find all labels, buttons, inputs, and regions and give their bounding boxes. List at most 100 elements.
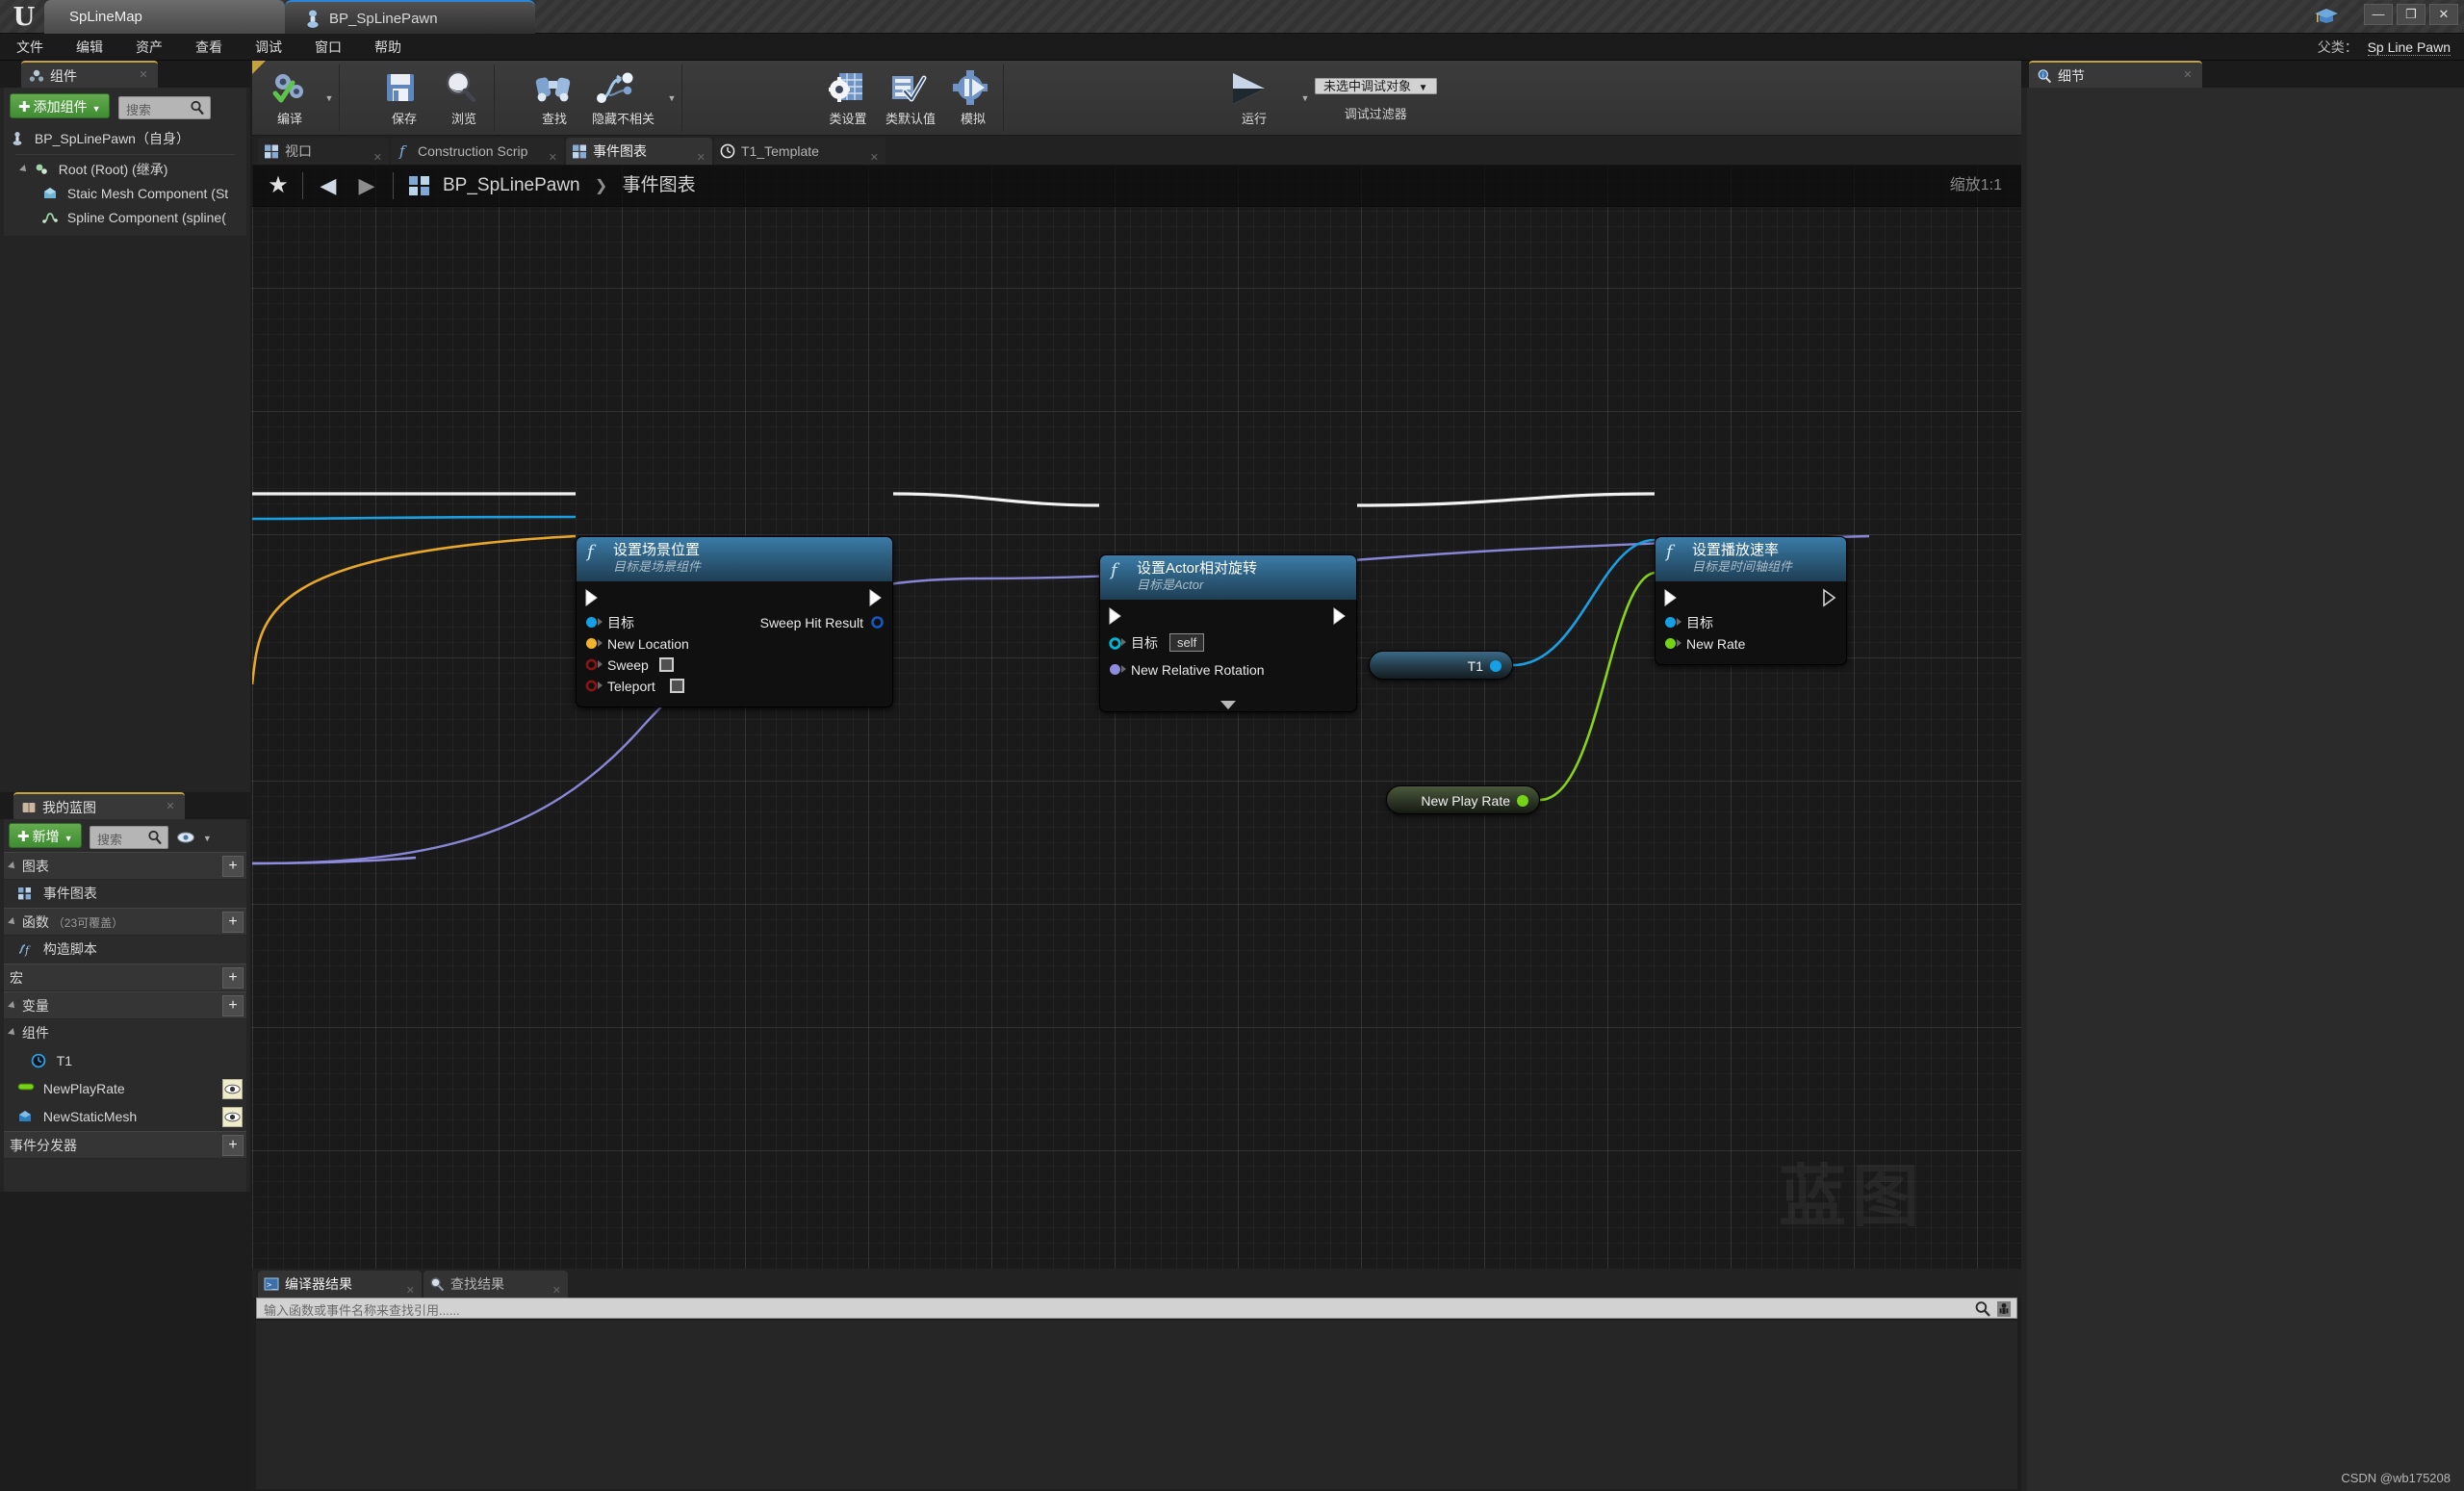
class-settings-button[interactable]: 类设置 xyxy=(818,64,878,132)
browse-button[interactable]: 浏览 xyxy=(434,64,494,132)
compile-button[interactable]: 编译 xyxy=(260,64,320,132)
close-icon[interactable]: ✕ xyxy=(870,144,879,165)
chevron-down-icon[interactable] xyxy=(8,1028,17,1038)
list-item-construction-script[interactable]: f 构造脚本 xyxy=(4,936,246,964)
target-self-value[interactable]: self xyxy=(1169,633,1205,652)
hide-unrelated-button[interactable]: 隐藏不相关 xyxy=(584,64,662,132)
bookmark-star-icon[interactable]: ★ xyxy=(262,170,295,201)
close-icon[interactable]: ✕ xyxy=(164,800,177,813)
teleport-checkbox[interactable] xyxy=(670,679,684,693)
maximize-button[interactable]: ❐ xyxy=(2397,4,2426,25)
simulate-button[interactable]: 模拟 xyxy=(943,64,1003,132)
breadcrumb-root[interactable]: BP_SpLinePawn xyxy=(443,175,580,195)
menu-edit[interactable]: 编辑 xyxy=(60,34,119,61)
exec-out-pin[interactable] xyxy=(1332,607,1348,625)
menu-debug[interactable]: 调试 xyxy=(239,34,298,61)
node-new-play-rate-variable[interactable]: New Play Rate xyxy=(1386,785,1540,814)
node-set-world-location[interactable]: f 设置场景位置 目标是场景组件 目标 Sweep Hit Result New… xyxy=(576,536,893,707)
menu-help[interactable]: 帮助 xyxy=(358,34,418,61)
subsection-components[interactable]: 组件 xyxy=(4,1019,246,1047)
sweep-hit-result-pin[interactable] xyxy=(871,616,884,629)
section-event-dispatchers[interactable]: 事件分发器 + xyxy=(4,1131,246,1159)
close-button[interactable]: ✕ xyxy=(2429,4,2458,25)
compile-options-caret-icon[interactable]: ▼ xyxy=(320,93,339,103)
chevron-down-icon[interactable] xyxy=(8,1001,17,1011)
close-icon[interactable]: ✕ xyxy=(2181,68,2194,82)
section-macros[interactable]: 宏 + xyxy=(4,964,246,991)
add-graph-button[interactable]: + xyxy=(222,856,244,877)
visibility-eye-icon[interactable] xyxy=(222,1079,243,1099)
tab-t1-template[interactable]: T1_Template ✕ xyxy=(714,138,886,165)
tab-event-graph[interactable]: 事件图表 ✕ xyxy=(566,138,712,165)
target-pin[interactable] xyxy=(586,617,597,628)
chevron-down-icon[interactable]: ▼ xyxy=(203,834,212,843)
new-location-pin[interactable] xyxy=(586,638,597,649)
exec-in-pin[interactable] xyxy=(1108,607,1124,625)
component-tree-row-self[interactable]: BP_SpLinePawn（自身） xyxy=(10,127,241,151)
chevron-down-icon[interactable] xyxy=(8,861,17,871)
find-references-input[interactable]: 输入函数或事件名称来查找引用...... xyxy=(256,1298,2017,1319)
event-graph-canvas[interactable]: ★ ◀ ▶ BP_SpLinePawn ❯ 事件图表 缩放1:1 f 设置场景位… xyxy=(252,165,2021,1269)
window-tab-bp-splinepawn[interactable]: BP_SpLinePawn xyxy=(285,0,535,34)
expand-node-icon[interactable] xyxy=(1220,701,1236,709)
new-rate-pin[interactable] xyxy=(1665,638,1676,649)
find-in-blueprints-icon[interactable] xyxy=(1995,1300,2013,1318)
menu-view[interactable]: 查看 xyxy=(179,34,239,61)
add-variable-button[interactable]: + xyxy=(222,995,244,1016)
node-t1-variable[interactable]: T1 xyxy=(1369,651,1513,680)
menu-asset[interactable]: 资产 xyxy=(119,34,179,61)
add-macro-button[interactable]: + xyxy=(222,967,244,989)
close-icon[interactable]: ✕ xyxy=(549,144,557,165)
tab-components[interactable]: 组件 ✕ xyxy=(21,61,158,88)
sweep-checkbox[interactable] xyxy=(659,657,674,672)
add-function-button[interactable]: + xyxy=(222,912,244,933)
component-tree-row-root[interactable]: Root (Root) (继承) xyxy=(10,158,241,182)
visibility-eye-icon[interactable] xyxy=(176,831,195,844)
sweep-pin[interactable] xyxy=(585,658,598,671)
close-icon[interactable]: ✕ xyxy=(137,68,150,82)
exec-out-pin[interactable] xyxy=(868,589,885,606)
section-graphs[interactable]: 图表 + xyxy=(4,852,246,880)
play-button[interactable]: 运行 xyxy=(1213,64,1296,132)
tab-viewport[interactable]: 视口 ✕ xyxy=(258,138,389,165)
find-button[interactable]: 查找 xyxy=(525,64,584,132)
debug-object-select[interactable]: 未选中调试对象 ▼ xyxy=(1315,78,1437,94)
visibility-eye-icon[interactable] xyxy=(222,1107,243,1127)
navigate-back-icon[interactable]: ◀ xyxy=(312,170,345,201)
chevron-down-icon[interactable] xyxy=(19,164,29,174)
close-icon[interactable]: ✕ xyxy=(406,1277,415,1298)
tab-details[interactable]: i 细节 ✕ xyxy=(2029,61,2202,88)
save-button[interactable]: 保存 xyxy=(374,64,434,132)
section-functions[interactable]: 函数 （23可覆盖） + xyxy=(4,908,246,936)
find-results-list[interactable] xyxy=(256,1321,2017,1489)
class-defaults-button[interactable]: 类默认值 xyxy=(878,64,943,132)
node-set-actor-relative-rotation[interactable]: f 设置Actor相对旋转 目标是Actor 目标 self New Relat… xyxy=(1099,554,1357,712)
exec-out-pin[interactable] xyxy=(1822,588,1838,607)
navigate-forward-icon[interactable]: ▶ xyxy=(350,170,383,201)
new-relative-rotation-pin[interactable] xyxy=(1110,664,1120,675)
breadcrumb-leaf[interactable]: 事件图表 xyxy=(623,175,696,195)
tab-find-results[interactable]: 查找结果 ✕ xyxy=(424,1271,568,1298)
add-event-dispatcher-button[interactable]: + xyxy=(222,1135,244,1156)
menu-file[interactable]: 文件 xyxy=(0,34,60,61)
component-tree-row-static-mesh[interactable]: Staic Mesh Component (St xyxy=(10,182,241,206)
chevron-down-icon[interactable] xyxy=(8,917,17,927)
variable-output-pin[interactable] xyxy=(1490,660,1502,672)
hide-unrelated-caret-icon[interactable]: ▼ xyxy=(662,93,681,103)
minimize-button[interactable]: — xyxy=(2364,4,2393,25)
list-item-t1[interactable]: T1 xyxy=(4,1047,246,1075)
window-tab-splinemap[interactable]: SpLineMap xyxy=(44,0,285,34)
my-blueprint-search-input[interactable]: 搜索 xyxy=(89,825,168,849)
tab-compiler-results[interactable]: >_ 编译器结果 ✕ xyxy=(258,1271,422,1298)
list-item-newplayrate[interactable]: NewPlayRate xyxy=(4,1075,246,1103)
close-icon[interactable]: ✕ xyxy=(697,144,706,165)
target-pin[interactable] xyxy=(1665,617,1676,628)
teleport-pin[interactable] xyxy=(585,680,598,692)
exec-in-pin[interactable] xyxy=(1663,589,1680,606)
exec-in-pin[interactable] xyxy=(584,589,601,606)
list-item-newstaticmesh[interactable]: NewStaticMesh xyxy=(4,1103,246,1131)
components-search-input[interactable]: 搜索 xyxy=(117,95,211,119)
close-icon[interactable]: ✕ xyxy=(552,1277,561,1298)
close-icon[interactable]: ✕ xyxy=(373,144,382,165)
parent-class-value[interactable]: Sp Line Pawn xyxy=(2367,39,2451,56)
